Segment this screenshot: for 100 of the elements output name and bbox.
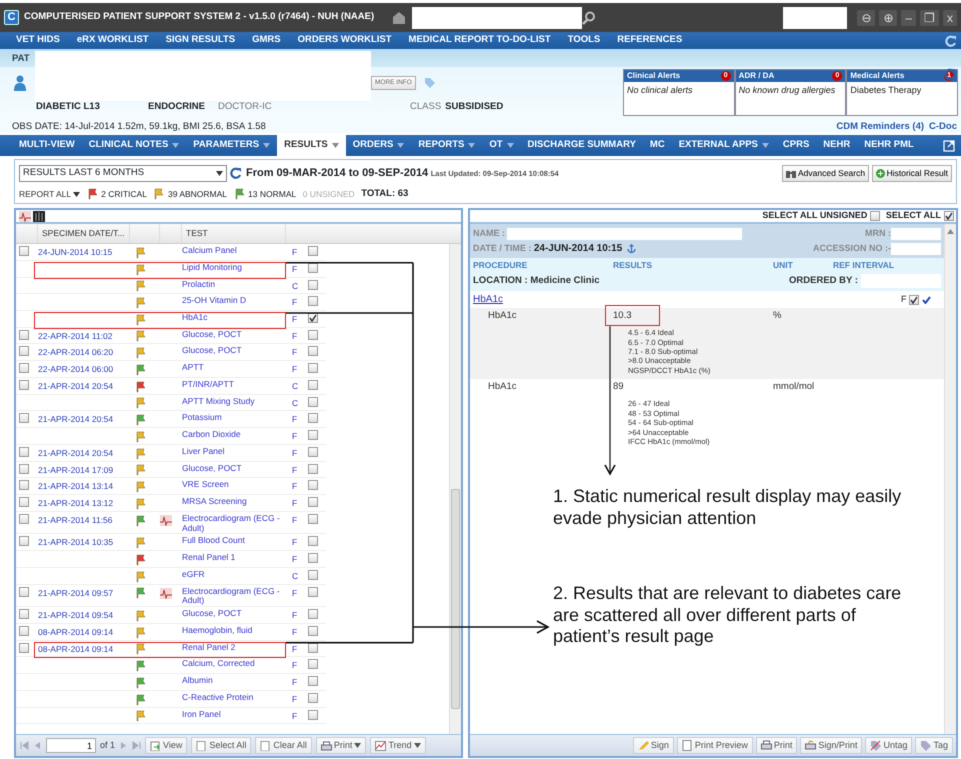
test-link[interactable]: Liver Panel	[182, 446, 286, 457]
specimen-date[interactable]: 21-APR-2014 09:57	[38, 588, 114, 598]
checkbox[interactable]	[18, 609, 28, 620]
checkbox[interactable]	[308, 296, 318, 306]
checkbox[interactable]	[308, 380, 318, 390]
refresh-icon[interactable]	[945, 34, 957, 46]
test-link[interactable]: Renal Panel 2	[182, 642, 286, 652]
previous-page-icon[interactable]	[33, 741, 42, 750]
checkbox[interactable]	[308, 626, 318, 636]
checkbox[interactable]	[18, 514, 28, 524]
menu-item[interactable]: TOOLS	[568, 33, 600, 48]
checkbox[interactable]	[308, 313, 318, 323]
column-header[interactable]: REF INTERVAL	[833, 259, 941, 272]
next-page-icon[interactable]	[119, 741, 128, 750]
tab[interactable]: DISCHARGE SUMMARY	[520, 135, 643, 156]
checkbox[interactable]	[308, 280, 318, 290]
specimen-date[interactable]: 21-APR-2014 13:14	[38, 481, 114, 492]
trend-button[interactable]: Trend	[370, 736, 426, 754]
window-control-button[interactable]: ❐	[920, 10, 939, 26]
patient-tab[interactable]: PAT	[12, 53, 30, 64]
specimen-date[interactable]: 21-APR-2014 20:54	[38, 414, 114, 424]
test-link[interactable]: Electrocardiogram (ECG - Adult)	[182, 586, 286, 606]
checkbox[interactable]	[870, 211, 880, 221]
test-link[interactable]: Glucose, POCT	[182, 609, 286, 619]
specimen-date[interactable]: 22-APR-2014 06:00	[38, 364, 114, 374]
tab[interactable]: OT	[482, 135, 521, 156]
test-link[interactable]: Haemoglobin, fluid	[182, 626, 286, 636]
tab[interactable]: CPRS	[776, 135, 816, 156]
test-link[interactable]: 25-OH Vitamin D	[182, 296, 286, 306]
test-link[interactable]: Carbon Dioxide	[182, 430, 286, 440]
column-header[interactable]: SPECIMEN DATE/T...	[42, 227, 124, 240]
tab[interactable]: NEHR PML	[857, 135, 921, 156]
test-link[interactable]: Glucose, POCT	[182, 330, 286, 340]
checkbox[interactable]	[18, 346, 28, 356]
tab[interactable]: NEHR	[816, 135, 858, 156]
checkbox[interactable]	[308, 570, 318, 580]
window-control-button[interactable]: ⊖	[857, 10, 876, 26]
checkbox[interactable]	[308, 446, 318, 457]
historical-result-button[interactable]: Historical Result	[872, 165, 952, 182]
checkbox[interactable]	[308, 710, 318, 720]
menu-item[interactable]: ORDERS WORKLIST	[298, 33, 392, 48]
specimen-date[interactable]: 21-APR-2014 20:54	[38, 448, 114, 458]
scrollbar[interactable]	[449, 244, 461, 734]
checkbox[interactable]	[18, 246, 28, 256]
checkbox[interactable]	[308, 609, 318, 620]
sign-button[interactable]: Sign	[632, 736, 674, 754]
checkbox[interactable]	[18, 380, 28, 390]
test-link[interactable]: APTT Mixing Study	[182, 396, 286, 406]
test-link[interactable]: Lipid Monitoring	[182, 262, 286, 273]
checkbox[interactable]	[18, 330, 28, 340]
refresh-icon[interactable]	[230, 166, 244, 180]
checkbox[interactable]	[18, 413, 28, 424]
untag-button[interactable]: Untag	[865, 736, 912, 754]
checkbox[interactable]	[18, 480, 28, 490]
checkbox[interactable]	[18, 446, 28, 457]
first-page-icon[interactable]	[20, 741, 29, 750]
test-link[interactable]: HbA1c	[182, 313, 286, 323]
tag-button[interactable]: Tag	[915, 736, 953, 754]
clear-all-button[interactable]: Clear All	[255, 736, 312, 754]
page-field[interactable]: 1	[46, 738, 96, 753]
test-link[interactable]: Glucose, POCT	[182, 464, 286, 474]
menu-item[interactable]: GMRS	[252, 33, 281, 48]
report-all-dropdown[interactable]: REPORT ALL	[19, 188, 80, 200]
window-control-button[interactable]: ⊕	[879, 10, 898, 26]
checkbox[interactable]	[308, 480, 318, 490]
test-link[interactable]: Glucose, POCT	[182, 346, 286, 356]
test-link[interactable]: Calcium Panel	[182, 246, 286, 256]
checkbox[interactable]	[18, 626, 28, 636]
specimen-date[interactable]: 08-APR-2014 09:14	[38, 626, 114, 637]
specimen-date[interactable]: 08-APR-2014 09:14	[38, 644, 114, 654]
specimen-date[interactable]: 21-APR-2014 13:12	[38, 498, 114, 508]
checkbox[interactable]	[308, 692, 318, 703]
range-select[interactable]: RESULTS LAST 6 MONTHS	[19, 165, 227, 182]
specimen-date[interactable]: 22-APR-2014 11:02	[38, 330, 113, 341]
test-link[interactable]: Potassium	[182, 413, 286, 424]
checkbox[interactable]	[308, 464, 318, 474]
specimen-date[interactable]: 21-APR-2014 11:56	[38, 514, 113, 525]
tab[interactable]: MC	[642, 135, 672, 156]
external-link-icon[interactable]	[943, 140, 955, 152]
checkbox[interactable]	[308, 396, 318, 407]
checkbox[interactable]	[308, 536, 318, 546]
column-header[interactable]: TEST	[186, 227, 208, 240]
anchor-icon[interactable]	[626, 243, 638, 254]
print-button[interactable]: Print	[316, 736, 366, 754]
test-link[interactable]: Iron Panel	[182, 710, 286, 720]
test-link[interactable]: Albumin	[182, 676, 286, 686]
specimen-date[interactable]: 21-APR-2014 10:35	[38, 537, 114, 548]
specimen-date[interactable]: 21-APR-2014 17:09	[38, 464, 114, 475]
test-link[interactable]: PT/INR/APTT	[182, 380, 286, 390]
menu-item[interactable]: VET HIDS	[16, 33, 60, 48]
checkbox[interactable]	[308, 330, 318, 340]
tab[interactable]: REPORTS	[411, 135, 482, 156]
column-header[interactable]: UNIT	[773, 259, 833, 272]
checkbox[interactable]	[18, 363, 28, 374]
checkbox[interactable]	[18, 642, 28, 653]
test-link[interactable]: VRE Screen	[182, 480, 286, 490]
refresh-icon[interactable]	[944, 68, 957, 81]
checkbox[interactable]	[308, 642, 318, 653]
specimen-date[interactable]: 24-JUN-2014 10:15	[38, 247, 112, 257]
menu-item[interactable]: REFERENCES	[617, 33, 682, 48]
